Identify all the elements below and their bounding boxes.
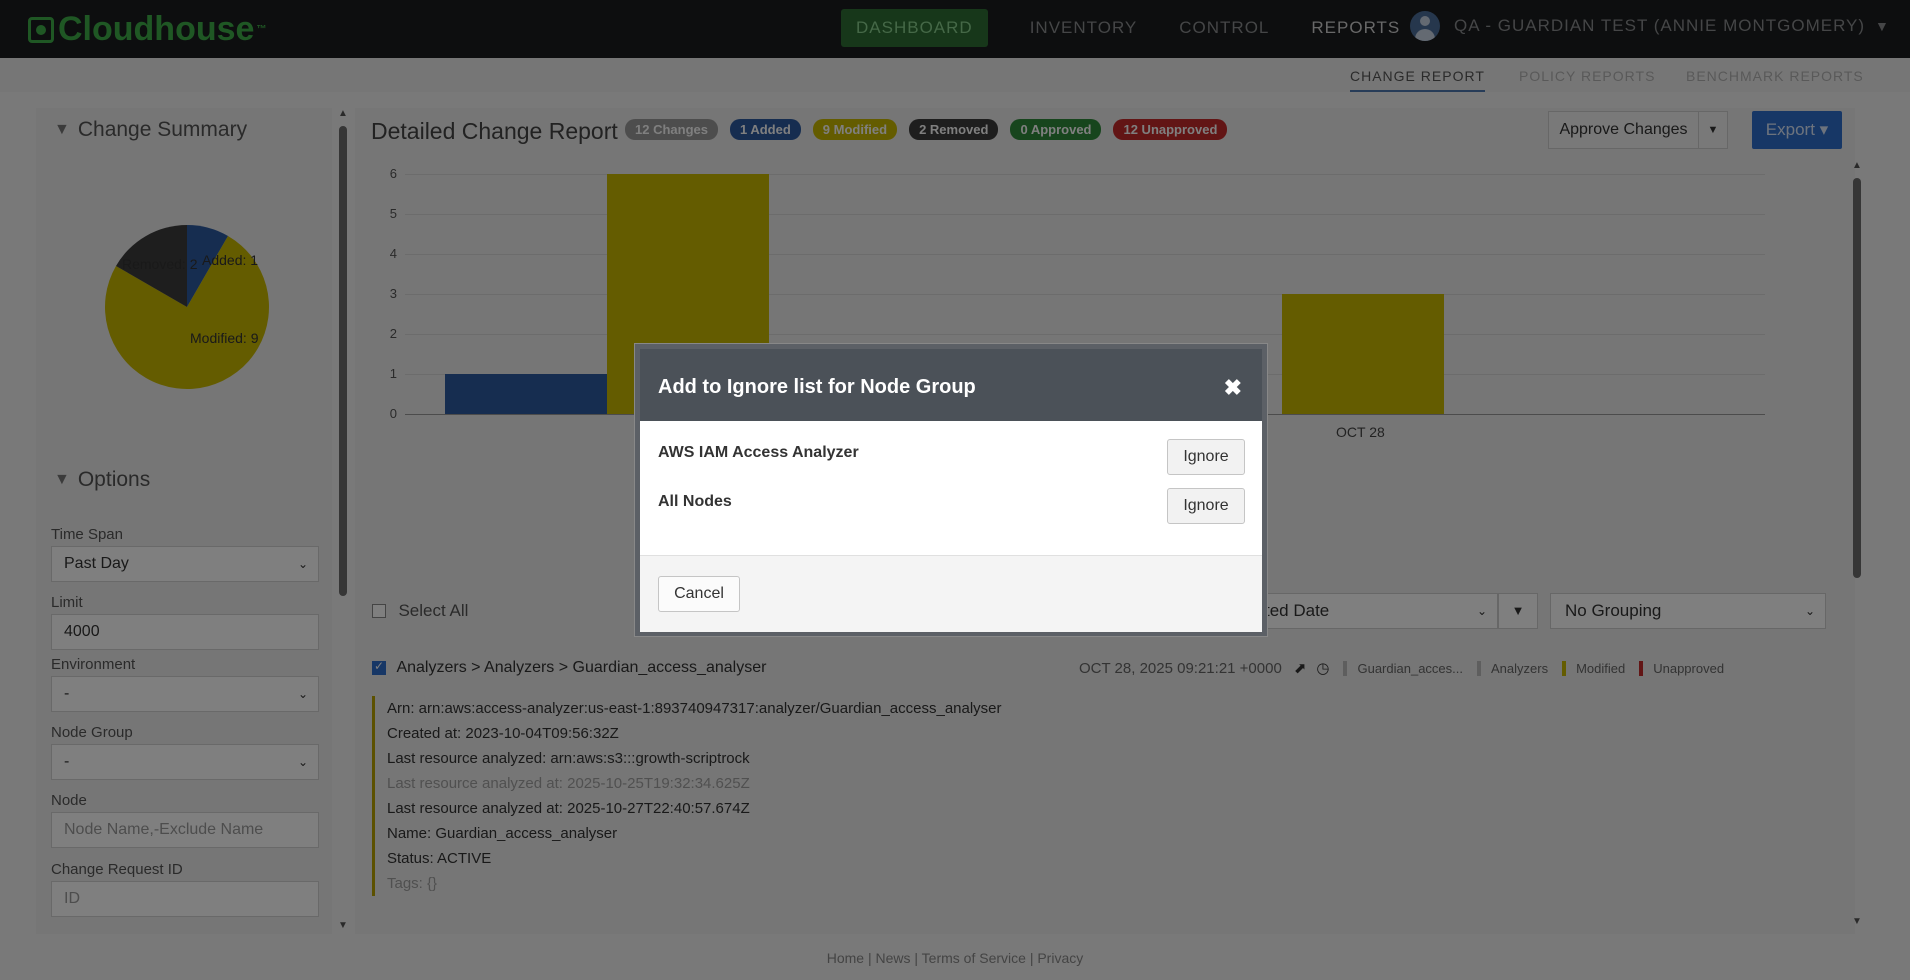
ignore-row-label-all-nodes: All Nodes bbox=[658, 493, 732, 510]
modal-title: Add to Ignore list for Node Group bbox=[658, 376, 976, 398]
modal-header: Add to Ignore list for Node Group ✖ bbox=[640, 349, 1262, 421]
ignore-row-label-analyzer: AWS IAM Access Analyzer bbox=[658, 444, 859, 461]
ignore-analyzer-button[interactable]: Ignore bbox=[1167, 439, 1245, 475]
modal-body: AWS IAM Access Analyzer Ignore All Nodes… bbox=[640, 421, 1262, 555]
cancel-button[interactable]: Cancel bbox=[658, 576, 740, 612]
modal-footer: Cancel bbox=[640, 555, 1262, 632]
close-icon[interactable]: ✖ bbox=[1224, 375, 1242, 401]
ignore-list-modal: Add to Ignore list for Node Group ✖ AWS … bbox=[634, 343, 1268, 637]
ignore-all-nodes-button[interactable]: Ignore bbox=[1167, 488, 1245, 524]
